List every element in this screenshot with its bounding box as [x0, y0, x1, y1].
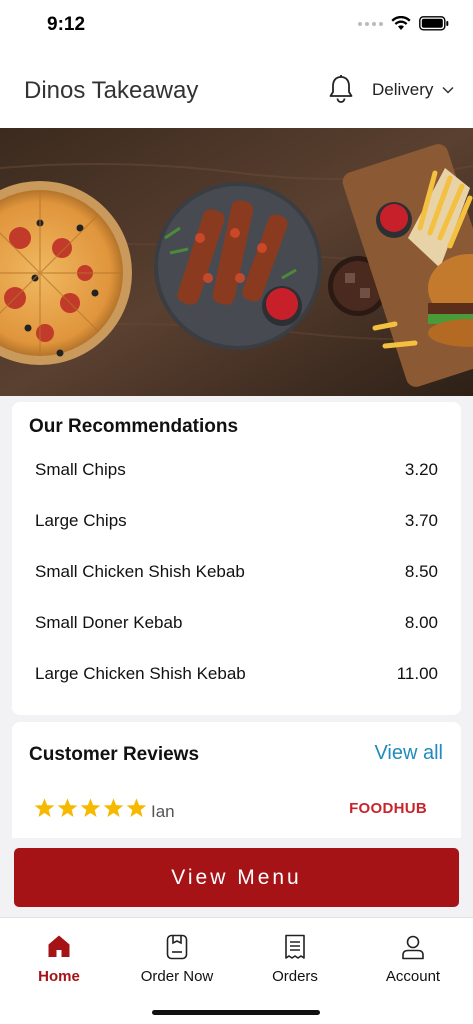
- cta-container: View Menu: [0, 838, 473, 918]
- hero-food-image: [0, 128, 473, 396]
- account-icon: [402, 935, 424, 960]
- reviewer-name: Ian: [151, 802, 175, 821]
- list-item[interactable]: Small Chicken Shish Kebab 8.50: [35, 562, 438, 586]
- list-item[interactable]: Large Chips 3.70: [35, 511, 438, 535]
- view-all-link[interactable]: View all: [374, 742, 443, 765]
- item-name: Small Chips: [35, 460, 126, 479]
- tab-label: Order Now: [140, 968, 214, 985]
- status-icons: [358, 16, 449, 31]
- foodhub-logo: FOODHUB: [349, 800, 427, 817]
- order-now-icon: [166, 934, 188, 960]
- item-price: 8.50: [404, 562, 438, 581]
- chevron-down-icon: [442, 86, 454, 94]
- home-indicator: [152, 1010, 320, 1015]
- home-icon: [48, 935, 70, 957]
- item-price: 3.20: [404, 460, 438, 479]
- star-icon: [80, 798, 101, 818]
- item-name: Small Chicken Shish Kebab: [35, 562, 245, 581]
- receipt-icon: [285, 934, 305, 959]
- tab-label: Account: [385, 968, 441, 985]
- restaurant-title: Dinos Takeaway: [24, 77, 199, 104]
- view-menu-button[interactable]: View Menu: [14, 848, 459, 907]
- status-bar: 9:12: [0, 0, 473, 50]
- bell-icon[interactable]: [327, 74, 355, 104]
- tab-account[interactable]: Account: [354, 934, 472, 985]
- wifi-icon: [391, 16, 411, 30]
- reviews-title: Customer Reviews: [29, 744, 200, 765]
- recommendations-title: Our Recommendations: [29, 416, 239, 437]
- item-name: Large Chicken Shish Kebab: [35, 664, 246, 683]
- customer-reviews-card: Customer Reviews View all Ian FOODHUB: [12, 722, 461, 842]
- delivery-label: Delivery: [372, 80, 434, 99]
- tab-label: Home: [38, 968, 80, 985]
- star-icon: [57, 798, 78, 818]
- star-rating: [34, 798, 147, 818]
- star-icon: [34, 798, 55, 818]
- item-price: 3.70: [404, 511, 438, 530]
- star-icon: [126, 798, 147, 818]
- app-header: Dinos Takeaway Delivery: [0, 50, 473, 128]
- list-item[interactable]: Small Chips 3.20: [35, 460, 438, 484]
- tab-label: Orders: [272, 968, 318, 985]
- status-time: 9:12: [47, 14, 86, 35]
- tab-home[interactable]: Home: [0, 934, 118, 985]
- star-icon: [103, 798, 124, 818]
- battery-icon: [419, 16, 449, 31]
- tab-order-now[interactable]: Order Now: [118, 934, 236, 985]
- item-price: 8.00: [404, 613, 438, 632]
- delivery-selector[interactable]: Delivery: [372, 80, 454, 100]
- item-name: Small Doner Kebab: [35, 613, 183, 632]
- bottom-tab-bar: Home Order Now Orders Account: [0, 917, 473, 1024]
- list-item[interactable]: Large Chicken Shish Kebab 11.00: [35, 664, 438, 688]
- signal-icon: [358, 21, 383, 26]
- tab-orders[interactable]: Orders: [236, 934, 354, 985]
- recommendations-card: Our Recommendations Small Chips 3.20 Lar…: [12, 402, 461, 715]
- item-price: 11.00: [396, 664, 438, 683]
- item-name: Large Chips: [35, 511, 127, 530]
- list-item[interactable]: Small Doner Kebab 8.00: [35, 613, 438, 637]
